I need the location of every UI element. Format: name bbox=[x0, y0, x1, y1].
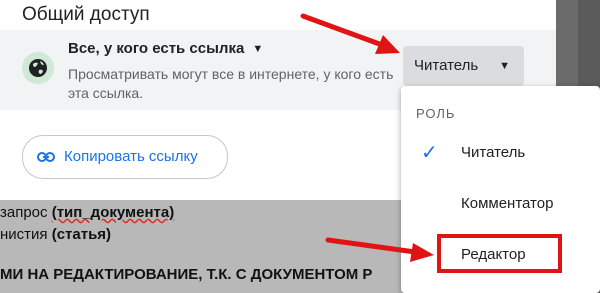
menu-item-label: Комментатор bbox=[461, 195, 554, 212]
access-dropdown[interactable]: Все, у кого есть ссылка ▼ bbox=[68, 40, 263, 57]
menu-item-commenter[interactable]: Комментатор bbox=[401, 184, 600, 224]
doc-bold-text: (статья) bbox=[51, 226, 112, 243]
check-icon: ✓ bbox=[421, 142, 438, 164]
copy-link-label: Копировать ссылку bbox=[64, 148, 198, 165]
menu-item-label: Читатель bbox=[461, 144, 526, 161]
copy-link-button[interactable]: Копировать ссылку bbox=[22, 135, 228, 179]
menu-item-viewer[interactable]: ✓ Читатель bbox=[401, 133, 600, 173]
doc-text: запрос bbox=[0, 204, 52, 221]
editor-highlight-box bbox=[437, 234, 562, 273]
doc-line: МИ НА РЕДАКТИРОВАНИЕ, Т.К. С ДОКУМЕНТОМ … bbox=[0, 266, 373, 283]
annotation-arrow-top bbox=[300, 13, 400, 54]
doc-bold-text: (тип_документа) bbox=[51, 204, 175, 221]
panel-title: Общий доступ bbox=[22, 4, 150, 25]
doc-text: нистия bbox=[0, 226, 52, 243]
role-dropdown-button[interactable]: Читатель ▼ bbox=[403, 46, 524, 86]
doc-line: нистия (статья) bbox=[0, 226, 111, 243]
caret-down-icon: ▼ bbox=[252, 43, 264, 55]
access-label-text: Все, у кого есть ссылка bbox=[68, 40, 245, 57]
access-description: Просматривать могут все в интернете, у к… bbox=[68, 66, 394, 101]
role-button-label: Читатель bbox=[414, 57, 479, 74]
doc-line: запрос (тип_документа) bbox=[0, 204, 174, 221]
menu-header: РОЛЬ bbox=[416, 106, 456, 121]
caret-down-icon: ▼ bbox=[499, 60, 510, 72]
globe-icon bbox=[22, 52, 54, 84]
link-icon bbox=[37, 152, 55, 162]
annotation-arrow-bottom bbox=[325, 237, 434, 262]
